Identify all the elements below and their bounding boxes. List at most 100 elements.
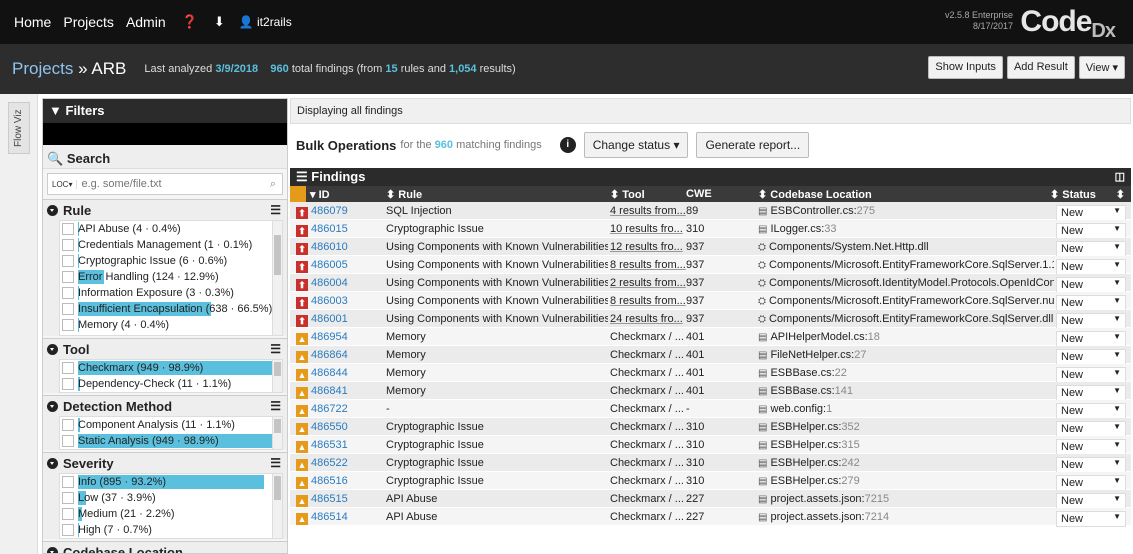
col-location[interactable]: ⬍ Codebase Location (758, 188, 1054, 201)
filter-checkbox[interactable] (62, 378, 74, 390)
scrollbar[interactable] (272, 417, 282, 449)
status-select[interactable]: New ▼ (1056, 367, 1126, 383)
status-select[interactable]: New ▼ (1056, 439, 1126, 455)
filter-checkbox[interactable] (62, 239, 74, 251)
cell-location[interactable]: ▤ ILogger.cs:33 (758, 223, 1054, 235)
location-search-input[interactable] (77, 178, 264, 190)
cell-location[interactable]: ⛭ Components/Microsoft.EntityFrameworkCor… (758, 259, 1054, 271)
list-icon[interactable]: ☰ (270, 203, 281, 217)
cell-location[interactable]: ▤ FileNetHelper.cs:27 (758, 349, 1054, 361)
cell-tool[interactable]: 2 results from... (610, 277, 686, 289)
finding-id-link[interactable]: 486722 (311, 403, 348, 415)
status-select[interactable]: New ▼ (1056, 277, 1126, 293)
scrollbar[interactable] (272, 474, 282, 538)
finding-id-link[interactable]: 486005 (311, 259, 348, 271)
filter-item[interactable]: Medium (21 · 2.2%) (60, 506, 282, 522)
table-row[interactable]: ▲ 486954 Memory Checkmarx / ... 401 ▤ APIHelpe… (290, 328, 1131, 347)
cell-tool[interactable]: 8 results from... (610, 295, 686, 307)
cell-location[interactable]: ▤ web.config:1 (758, 403, 1054, 415)
cell-location[interactable]: ▤ ESBController.cs:275 (758, 205, 1054, 217)
col-status-caret[interactable]: ⬍ (1116, 188, 1125, 201)
finding-id-link[interactable]: 486004 (311, 277, 348, 289)
filter-checkbox[interactable] (62, 508, 74, 520)
finding-id-link[interactable]: 486844 (311, 367, 348, 379)
scrollbar[interactable] (272, 360, 282, 392)
finding-id-link[interactable]: 486531 (311, 439, 348, 451)
view-dropdown[interactable]: View ▾ (1078, 56, 1125, 79)
cell-location[interactable]: ⛭ Components/System.Net.Http.dll (758, 241, 1054, 253)
codebase-filter-header[interactable]: Codebase Location (43, 542, 287, 553)
columns-icon[interactable]: ◫ (1115, 170, 1125, 183)
cell-location[interactable]: ▤ APIHelperModel.cs:18 (758, 331, 1054, 343)
finding-id-link[interactable]: 486001 (311, 313, 348, 325)
nav-home[interactable]: Home (14, 14, 51, 30)
finding-id-link[interactable]: 486003 (311, 295, 348, 307)
cell-tool[interactable]: 12 results fro... (610, 241, 686, 253)
status-select[interactable]: New ▼ (1056, 259, 1126, 275)
severity-filter-header[interactable]: Severity ☰ (43, 453, 287, 473)
table-row[interactable]: ▲ 486844 Memory Checkmarx / ... 401 ▤ ESBBase.… (290, 364, 1131, 383)
filter-item[interactable]: Memory (4 · 0.4%) (60, 317, 282, 333)
finding-id-link[interactable]: 486522 (311, 457, 348, 469)
table-row[interactable]: ⬆ 486004 Using Components with Known Vulne… (290, 274, 1131, 293)
status-select[interactable]: New ▼ (1056, 493, 1126, 509)
cell-location[interactable]: ▤ ESBBase.cs:22 (758, 367, 1054, 379)
status-select[interactable]: New ▼ (1056, 475, 1126, 491)
finding-id-link[interactable]: 486514 (311, 511, 348, 523)
status-select[interactable]: New ▼ (1056, 457, 1126, 473)
show-inputs-button[interactable]: Show Inputs (928, 56, 1003, 79)
cell-location[interactable]: ▤ ESBBase.cs:141 (758, 385, 1054, 397)
cell-location[interactable]: ⛭ Components/Microsoft.EntityFrameworkCor… (758, 295, 1054, 307)
table-row[interactable]: ⬆ 486010 Using Components with Known Vulne… (290, 238, 1131, 257)
filter-item[interactable]: Low (37 · 3.9%) (60, 490, 282, 506)
filter-checkbox[interactable] (62, 362, 74, 374)
filter-item[interactable]: Info (895 · 93.2%) (60, 474, 282, 490)
cell-tool[interactable]: 10 results fro... (610, 223, 686, 235)
filter-checkbox[interactable] (62, 492, 74, 504)
filter-item[interactable]: Component Analysis (11 · 1.1%) (60, 417, 282, 433)
list-icon[interactable]: ☰ (270, 342, 281, 356)
filter-item[interactable]: API Abuse (4 · 0.4%) (60, 221, 282, 237)
col-tool[interactable]: ⬍ Tool (610, 188, 686, 201)
cell-location[interactable]: ▤ ESBHelper.cs:279 (758, 475, 1054, 487)
loc-dropdown[interactable]: LOC▾ (48, 179, 78, 189)
status-select[interactable]: New ▼ (1056, 403, 1126, 419)
finding-id-link[interactable]: 486079 (311, 205, 348, 217)
table-row[interactable]: ▲ 486864 Memory Checkmarx / ... 401 ▤ FileNetH… (290, 346, 1131, 365)
filter-item[interactable]: Cryptographic Issue (6 · 0.6%) (60, 253, 282, 269)
nav-admin[interactable]: Admin (126, 14, 166, 30)
status-select[interactable]: New ▼ (1056, 313, 1126, 329)
finding-id-link[interactable]: 486015 (311, 223, 348, 235)
cell-location[interactable]: ⛭ Components/Microsoft.EntityFrameworkCor… (758, 313, 1054, 325)
filter-checkbox[interactable] (62, 303, 74, 315)
table-row[interactable]: ⬆ 486015 Cryptographic Issue 10 results fro… (290, 220, 1131, 239)
status-select[interactable]: New ▼ (1056, 223, 1126, 239)
cell-location[interactable]: ▤ project.assets.json:7214 (758, 511, 1054, 523)
nav-projects[interactable]: Projects (63, 14, 114, 30)
filter-item[interactable]: Dependency-Check (11 · 1.1%)▶ (60, 376, 282, 392)
change-status-button[interactable]: Change status ▾ (583, 132, 689, 158)
finding-id-link[interactable]: 486515 (311, 493, 348, 505)
col-cwe[interactable]: CWE (686, 188, 736, 200)
table-row[interactable]: ▲ 486522 Cryptographic Issue Checkmarx / ..… (290, 454, 1131, 473)
status-select[interactable]: New ▼ (1056, 205, 1126, 221)
generate-report-button[interactable]: Generate report... (696, 132, 810, 158)
rule-filter-header[interactable]: Rule ☰ (43, 200, 287, 220)
cell-tool[interactable]: 8 results from... (610, 259, 686, 271)
filter-checkbox[interactable] (62, 271, 74, 283)
cell-location[interactable]: ▤ ESBHelper.cs:242 (758, 457, 1054, 469)
filter-item[interactable]: High (7 · 0.7%) (60, 522, 282, 538)
info-icon[interactable]: i (559, 137, 576, 153)
finding-id-link[interactable]: 486010 (311, 241, 348, 253)
status-select[interactable]: New ▼ (1056, 295, 1126, 311)
filter-checkbox[interactable] (62, 476, 74, 488)
question-icon[interactable]: ❓ (182, 14, 198, 30)
list-icon[interactable]: ☰ (270, 456, 281, 470)
table-row[interactable]: ▲ 486514 API Abuse Checkmarx / ... 227 ▤ proje… (290, 508, 1131, 527)
table-row[interactable]: ⬆ 486003 Using Components with Known Vulne… (290, 292, 1131, 311)
cell-location[interactable]: ⛭ Components/Microsoft.IdentityModel.Prot… (758, 277, 1054, 289)
filter-checkbox[interactable] (62, 223, 74, 235)
filter-checkbox[interactable] (62, 435, 74, 447)
table-row[interactable]: ▲ 486531 Cryptographic Issue Checkmarx / ..… (290, 436, 1131, 455)
tool-filter-header[interactable]: Tool ☰ (43, 339, 287, 359)
